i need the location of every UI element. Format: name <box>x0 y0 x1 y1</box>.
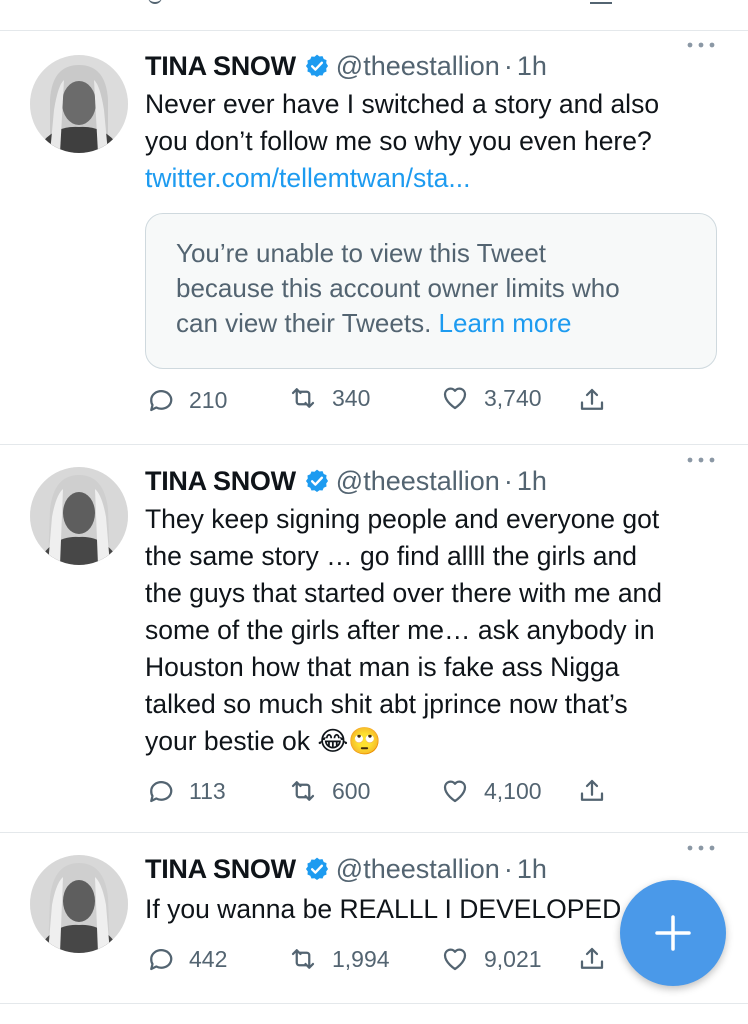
reply-icon[interactable] <box>148 0 162 4</box>
learn-more-link[interactable]: Learn more <box>439 308 572 338</box>
separator-dot: · <box>503 465 513 496</box>
tweet-timestamp[interactable]: 1h <box>517 51 547 82</box>
share-button[interactable] <box>577 771 621 811</box>
quote-notice-line: You’re unable to view this Tweet <box>176 238 547 268</box>
unavailable-quote-tweet[interactable]: You’re unable to view this Tweet because… <box>145 213 717 369</box>
tweet[interactable]: TINA SNOW @theestallion · 1h They keep s… <box>0 445 748 833</box>
retweet-button[interactable]: 600 <box>288 771 370 811</box>
reply-button[interactable]: 210 <box>145 380 227 420</box>
reply-button[interactable]: 113 <box>145 771 226 811</box>
reply-icon <box>150 781 173 803</box>
like-button[interactable]: 9,021 <box>440 939 542 979</box>
reply-count: 210 <box>189 386 228 413</box>
heart-icon <box>443 780 467 803</box>
share-button[interactable] <box>577 939 621 979</box>
tweet-actions: 210 340 3,740 <box>145 380 645 420</box>
reply-count: 442 <box>189 945 228 972</box>
share-icon <box>580 779 604 801</box>
previous-tweet-actions-partial <box>0 0 748 30</box>
tweet-text: They keep signing people and everyone go… <box>145 501 725 760</box>
reply-icon <box>150 949 173 971</box>
tweet[interactable]: TINA SNOW @theestallion · 1h Never ever … <box>0 30 748 444</box>
verified-badge-icon <box>305 469 328 493</box>
reply-icon <box>150 390 173 412</box>
like-count: 3,740 <box>484 384 542 411</box>
tweet-actions: 442 1,994 9,021 <box>145 939 645 979</box>
separator-dot: · <box>503 853 513 884</box>
retweet-icon <box>291 388 315 408</box>
avatar[interactable] <box>30 855 128 953</box>
tweet-text-line: Houston how that man is fake ass Nigga <box>145 652 620 682</box>
quote-notice-line: can view their Tweets. <box>176 308 432 338</box>
tweet-text-line: the same story … go find allll the girls… <box>145 541 637 571</box>
tweet-text-line: Never ever have I switched a story and a… <box>145 89 660 119</box>
tweet-text-line: you don’t follow me so why you even here… <box>145 126 652 156</box>
author-name[interactable]: TINA SNOW <box>145 854 296 885</box>
like-count: 9,021 <box>484 945 542 972</box>
retweet-count: 1,994 <box>332 945 390 972</box>
tweet-text-line: the guys that started over there with me… <box>145 578 663 608</box>
avatar[interactable] <box>30 55 128 153</box>
like-count: 4,100 <box>484 777 542 804</box>
author-handle[interactable]: @theestallion <box>336 466 500 497</box>
tweet-actions: 113 600 4,100 <box>145 771 645 811</box>
verified-badge-icon <box>305 857 328 881</box>
like-button[interactable]: 4,100 <box>440 771 542 811</box>
share-button[interactable] <box>577 380 621 420</box>
retweet-icon <box>291 949 315 969</box>
avatar[interactable] <box>30 467 128 565</box>
author-handle[interactable]: @theestallion <box>336 854 500 885</box>
retweet-icon <box>291 781 315 801</box>
retweet-button[interactable]: 340 <box>288 378 370 418</box>
verified-badge-icon <box>305 54 328 78</box>
more-dots-icon[interactable] <box>686 843 716 853</box>
author-name[interactable]: TINA SNOW <box>145 466 296 497</box>
retweet-count: 600 <box>332 777 371 804</box>
plus-icon <box>655 915 691 951</box>
share-icon <box>580 388 604 410</box>
tweet-text: Never ever have I switched a story and a… <box>145 86 725 197</box>
author-name[interactable]: TINA SNOW <box>145 51 296 82</box>
tweet-text-line: your bestie ok 😂🙄 <box>145 726 382 756</box>
tweet-timestamp[interactable]: 1h <box>517 854 547 885</box>
quote-notice-line: because this account owner limits who <box>176 273 620 303</box>
separator-dot: · <box>503 50 513 81</box>
divider <box>0 1003 748 1004</box>
like-button[interactable]: 3,740 <box>440 378 542 418</box>
retweet-count: 340 <box>332 384 371 411</box>
more-dots-icon[interactable] <box>686 40 716 50</box>
tweet-timestamp[interactable]: 1h <box>517 466 547 497</box>
more-dots-icon[interactable] <box>686 455 716 465</box>
compose-tweet-button[interactable] <box>620 880 726 986</box>
tweet-text-line: They keep signing people and everyone go… <box>145 504 660 534</box>
reply-count: 113 <box>189 777 226 804</box>
reply-button[interactable]: 442 <box>145 939 227 979</box>
tweet-text-line: talked so much shit abt jprince now that… <box>145 689 628 719</box>
retweet-button[interactable]: 1,994 <box>288 939 390 979</box>
heart-icon <box>443 387 467 410</box>
tweet-text-line: some of the girls after me… ask anybody … <box>145 615 655 645</box>
author-handle[interactable]: @theestallion <box>336 51 500 82</box>
share-icon[interactable] <box>590 0 612 4</box>
tweet-link[interactable]: twitter.com/tellemtwan/sta... <box>145 160 725 197</box>
share-icon <box>580 947 604 969</box>
heart-icon <box>443 948 467 971</box>
